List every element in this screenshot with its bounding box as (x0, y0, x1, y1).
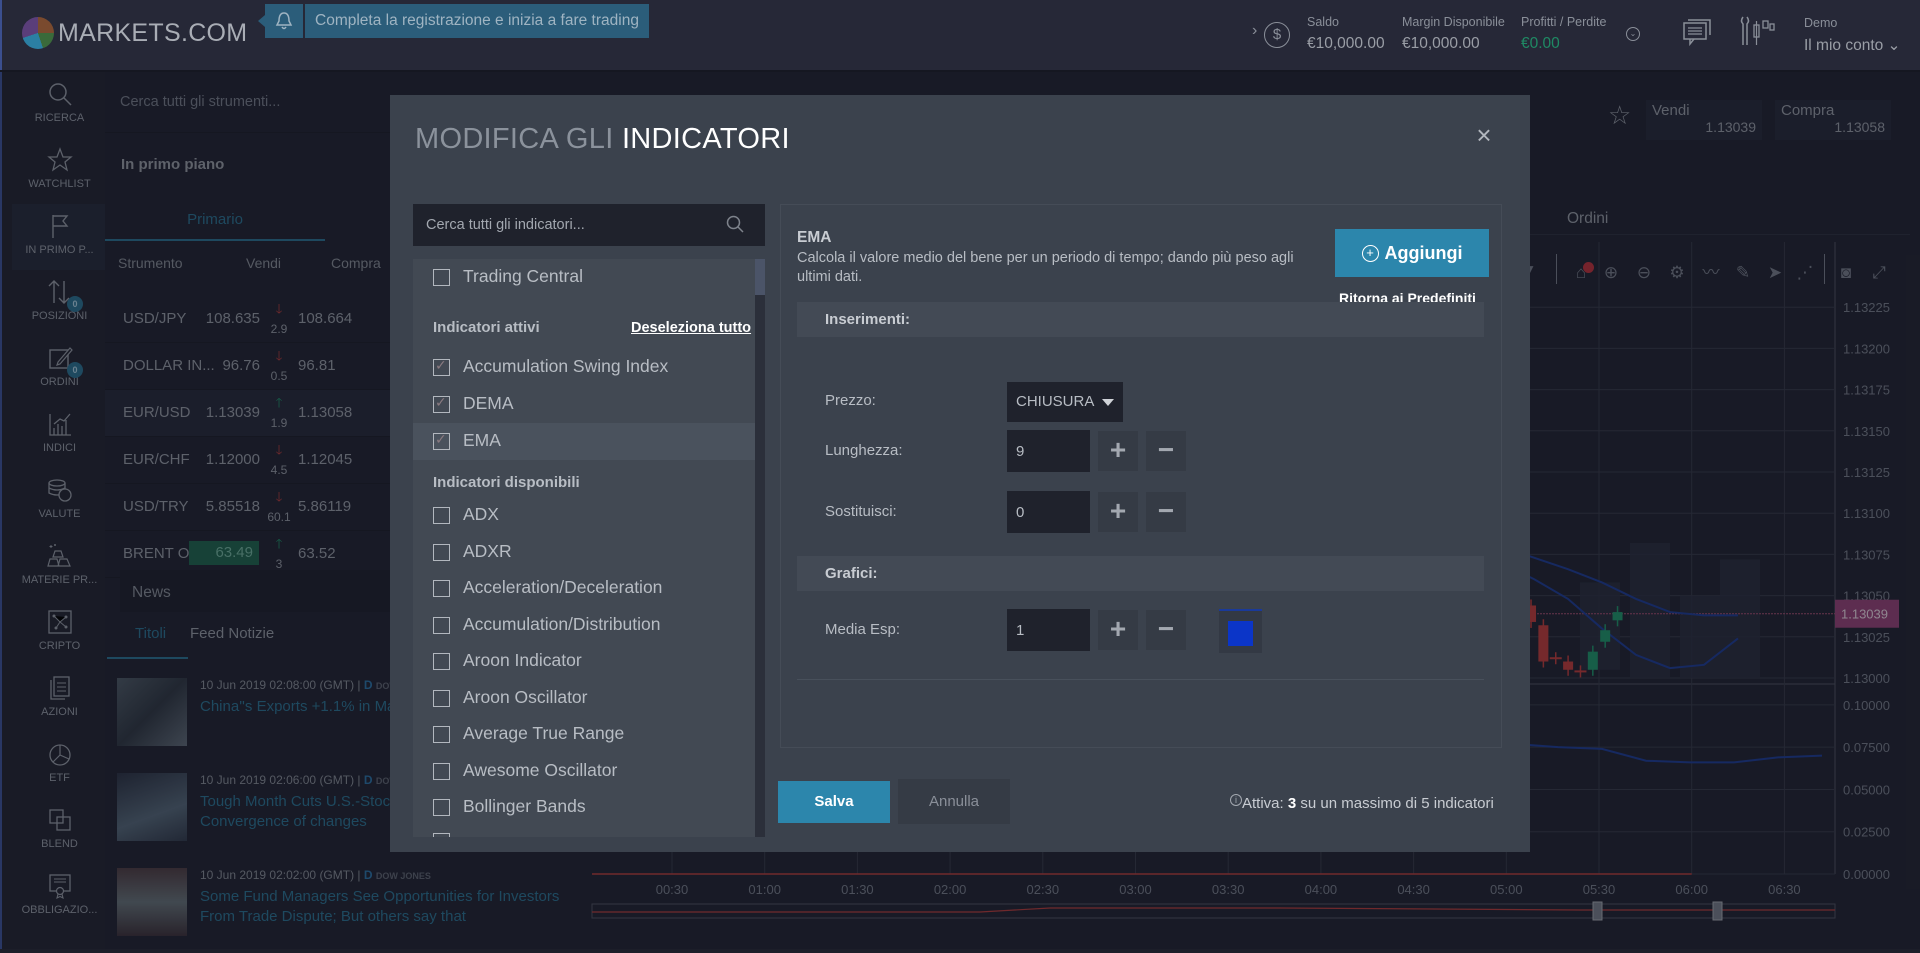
length-increment-button[interactable]: + (1098, 431, 1138, 471)
indicator-list: Trading Central Indicatori attivi Desele… (413, 259, 765, 837)
active-indicator-item[interactable]: Accumulation Swing Index (413, 349, 765, 386)
checkbox[interactable] (433, 762, 450, 780)
offset-field[interactable] (1007, 491, 1090, 533)
available-indicator-item[interactable]: Average True Range (413, 716, 765, 753)
active-indicator-item[interactable]: DEMA (413, 386, 765, 423)
checkbox[interactable] (433, 726, 450, 743)
checkbox[interactable] (433, 799, 450, 816)
offset-decrement-button[interactable]: − (1146, 492, 1186, 532)
plots-section-header: Grafici: (797, 556, 1484, 591)
available-margin-stat: Margin Disponibile €10,000.00 (1402, 15, 1505, 52)
top-header: MARKETS.COM Completa la registrazione e … (0, 0, 1920, 70)
ema-plot-width-input[interactable] (1007, 609, 1090, 651)
chevron-right-icon[interactable]: › (1252, 22, 1257, 40)
checkbox[interactable] (433, 653, 450, 670)
available-indicator-item[interactable]: Accumulation/Distribution (413, 607, 765, 644)
markets-logo[interactable]: MARKETS.COM (22, 17, 247, 49)
length-field[interactable] (1007, 430, 1090, 472)
complete-registration-banner[interactable]: Completa la registrazione e inizia a far… (305, 4, 649, 38)
ema-plot-increment-button[interactable]: + (1098, 610, 1138, 650)
checkbox[interactable] (433, 580, 450, 597)
checkbox[interactable] (433, 507, 450, 524)
checkbox[interactable] (433, 269, 450, 286)
account-menu[interactable]: Demo Il mio conto ⌄ (1804, 16, 1901, 55)
add-indicator-button[interactable]: + Aggiungi (1335, 229, 1489, 277)
offset-input[interactable] (1007, 491, 1090, 533)
indicator-search[interactable] (413, 204, 765, 246)
price-label: Prezzo: (825, 392, 876, 409)
checkbox-checked[interactable] (433, 394, 450, 413)
available-indicator-item[interactable]: Bollinger Bands (413, 789, 765, 826)
price-source-select[interactable]: CHIUSURA (1007, 382, 1123, 422)
checkbox-checked[interactable] (433, 431, 450, 450)
available-indicator-item[interactable]: Awesome Oscillator (413, 753, 765, 790)
close-icon[interactable]: × (1472, 122, 1496, 148)
modal-title: MODIFICA GLI INDICATORI (415, 123, 790, 155)
length-decrement-button[interactable]: − (1146, 431, 1186, 471)
save-button[interactable]: Salva (778, 781, 890, 823)
indicator-item-trading-central[interactable]: Trading Central (413, 259, 765, 296)
ema-color-picker[interactable] (1219, 609, 1262, 653)
globe-logo-icon (22, 17, 54, 49)
scrollbar-track[interactable] (755, 295, 765, 837)
ema-plot-label: Media Esp: (825, 621, 901, 638)
offset-increment-button[interactable]: + (1098, 492, 1138, 532)
logo-text: MARKETS.COM (58, 18, 248, 47)
balance-stat: Saldo €10,000.00 (1307, 15, 1385, 52)
active-indicator-item[interactable]: EMA (413, 423, 765, 460)
indicator-name: EMA (797, 229, 832, 246)
stats-expand-icon[interactable]: ⌄ (1626, 27, 1640, 41)
indicator-description: Calcola il valore medio del bene per un … (797, 250, 1294, 285)
length-label: Lunghezza: (825, 442, 903, 459)
checkbox[interactable] (433, 689, 450, 707)
available-indicator-item[interactable]: Aroon Indicator (413, 643, 765, 680)
ema-plot-width-field[interactable] (1007, 609, 1090, 651)
ema-plot-decrement-button[interactable]: − (1146, 610, 1186, 650)
cancel-button[interactable]: Annulla (898, 779, 1010, 824)
bell-icon[interactable] (258, 4, 303, 38)
indicator-item-partial[interactable] (413, 823, 765, 837)
checkbox[interactable] (433, 616, 450, 634)
trading-tools-icon[interactable] (1738, 15, 1776, 47)
available-indicator-item[interactable]: Acceleration/Deceleration (413, 570, 765, 607)
dollar-icon[interactable]: $ (1264, 22, 1290, 48)
plus-circle-icon: + (1361, 245, 1379, 262)
checkbox[interactable] (433, 543, 450, 561)
available-indicator-item[interactable]: ADX (413, 497, 765, 534)
available-indicators-heading: Indicatori disponibili (433, 474, 580, 491)
search-icon[interactable] (725, 214, 745, 234)
available-indicator-item[interactable]: Aroon Oscillator (413, 680, 765, 717)
indicator-detail-panel: EMA Calcola il valore medio del bene per… (780, 204, 1502, 748)
divider (797, 679, 1484, 680)
info-icon: i (1230, 794, 1242, 806)
checkbox-checked[interactable] (433, 357, 450, 376)
available-indicator-item[interactable]: ADXR (413, 534, 765, 571)
profit-loss-stat: Profitti / Perdite €0.00 (1521, 15, 1607, 52)
offset-label: Sostituisci: (825, 503, 897, 520)
edit-indicators-modal: MODIFICA GLI INDICATORI × Trading Centra… (390, 95, 1530, 852)
color-swatch (1228, 621, 1253, 646)
length-input[interactable] (1007, 430, 1090, 472)
scrollbar-thumb[interactable] (755, 259, 765, 295)
inputs-section-header: Inserimenti: (797, 302, 1484, 337)
deselect-all-link[interactable]: Deseleziona tutto (631, 320, 751, 336)
active-indicators-heading: Indicatori attivi (433, 319, 540, 336)
chat-icon[interactable] (1682, 18, 1712, 47)
indicator-search-input[interactable] (413, 204, 713, 246)
active-indicators-count: i Attiva: 3 su un massimo di 5 indicatori (1230, 794, 1494, 812)
